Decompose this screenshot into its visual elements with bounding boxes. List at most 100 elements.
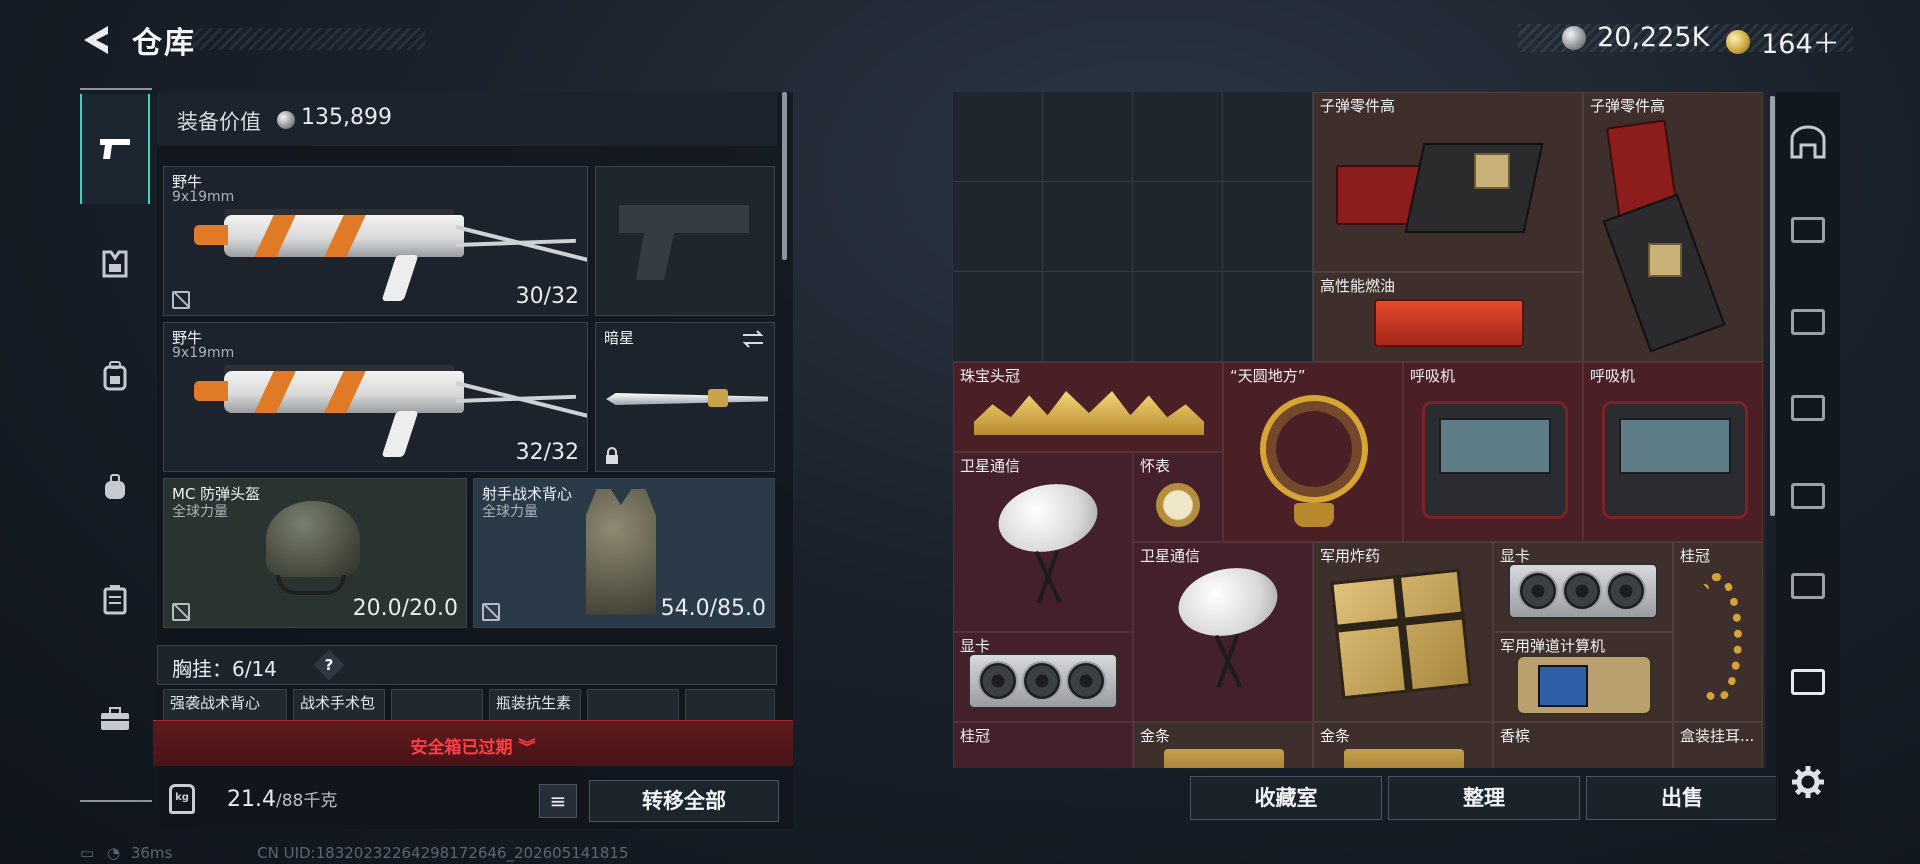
ping: 36ms	[130, 844, 173, 862]
case-icon	[103, 585, 127, 615]
silver-currency: 20,225K	[1562, 22, 1709, 53]
empty-cell[interactable]	[1043, 182, 1133, 272]
title-decoration	[190, 28, 425, 50]
empty-cell[interactable]	[1133, 182, 1223, 272]
sell-button[interactable]: 出售	[1586, 776, 1778, 820]
stash-item[interactable]: 呼吸机	[1403, 362, 1583, 542]
safebox-expired-banner[interactable]: 安全箱已过期 ︾	[153, 720, 793, 766]
stash-item[interactable]: 怀表	[1133, 452, 1223, 542]
rig-slot[interactable]: 瓶装抗生素	[489, 689, 581, 722]
category-case[interactable]	[80, 544, 150, 654]
item-brand: 全球力量	[172, 504, 228, 520]
stash-page-add-icon[interactable]	[1788, 476, 1828, 516]
satellite-dish-image	[992, 475, 1104, 561]
equipment-value-label: 装备价值	[177, 110, 261, 134]
stash-item[interactable]: 香槟	[1493, 722, 1673, 768]
melee-slot[interactable]: 暗星	[595, 322, 775, 472]
stash-item[interactable]: 军用弹道计算机	[1493, 632, 1673, 722]
status-footer: ▭ ◔ 36ms CN UID:1832023226429817264​6_20…	[80, 844, 629, 862]
stash-item[interactable]: 卫星通信	[953, 452, 1133, 632]
back-arrow-icon[interactable]	[78, 22, 114, 58]
ventilator-screen	[1619, 418, 1731, 474]
empty-cell[interactable]	[1133, 92, 1223, 182]
stash-item[interactable]: 桂冠	[1673, 542, 1763, 722]
stash-page-3-icon[interactable]	[1788, 302, 1828, 342]
rail-divider	[80, 800, 152, 802]
stash-item[interactable]: 金条	[1133, 722, 1313, 768]
gear-icon[interactable]	[1788, 762, 1828, 802]
item-caliber: 9x19mm	[172, 345, 235, 361]
empty-cell[interactable]	[953, 272, 1043, 362]
category-weapons[interactable]	[80, 94, 150, 204]
secondary-weapon-slot[interactable]: 野牛 9x19mm 32/32	[163, 322, 588, 472]
scrollbar[interactable]	[782, 92, 787, 260]
organize-button[interactable]: 整理	[1388, 776, 1580, 820]
category-vest[interactable]	[80, 208, 150, 318]
stash-page-add-icon[interactable]	[1788, 566, 1828, 606]
weight-bar: kg 21.4/88千克 ≡ 转移全部	[157, 770, 793, 829]
stash-item[interactable]: 子弹零件高	[1583, 92, 1763, 362]
safebox-status: 安全箱已过期	[410, 738, 513, 758]
list-icon[interactable]: ≡	[539, 784, 577, 818]
rig-slot[interactable]	[391, 689, 483, 722]
satellite-dish-image	[1172, 559, 1284, 645]
empty-cell[interactable]	[1223, 182, 1313, 272]
stash-item[interactable]: 金条	[1313, 722, 1493, 768]
stash-item[interactable]: 桂冠	[953, 722, 1133, 768]
gold-amount: 164＋	[1761, 29, 1840, 60]
category-toolbox[interactable]	[80, 664, 150, 774]
stash-home-icon[interactable]	[1788, 122, 1828, 162]
rig-slot[interactable]: 强袭战术背心	[163, 689, 287, 722]
silver-coin-icon	[277, 111, 295, 129]
empty-cell[interactable]	[1043, 272, 1133, 362]
collection-room-button[interactable]: 收藏室	[1190, 776, 1382, 820]
gold-coin-icon	[1726, 29, 1750, 54]
stash-item[interactable]: 珠宝头冠	[953, 362, 1223, 452]
category-backpack[interactable]	[80, 320, 150, 430]
empty-cell[interactable]	[1223, 92, 1313, 182]
stash-item[interactable]: 显卡	[953, 632, 1133, 722]
empty-cell[interactable]	[1043, 92, 1133, 182]
category-bag[interactable]	[80, 432, 150, 542]
stash-grid: 子弹零件高 子弹零件高 高性能燃油 珠宝头冠 “天圆地方” 呼吸机 呼吸机 卫星…	[953, 92, 1766, 768]
stash-item[interactable]: “天圆地方”	[1223, 362, 1403, 542]
battery-icon: ▭	[80, 844, 95, 862]
stash-item[interactable]: 军用炸药	[1313, 542, 1493, 722]
armor-slot[interactable]: 射手战术背心 全球力量 54.0/85.0	[473, 478, 775, 628]
stash-action-bar: 收藏室 整理 出售	[953, 772, 1778, 828]
stash-page-5-icon[interactable]	[1788, 662, 1828, 702]
lock-icon	[606, 447, 618, 464]
stash-page-2-icon[interactable]	[1788, 210, 1828, 250]
stash-item[interactable]: 卫星通信	[1133, 542, 1313, 722]
stash-item[interactable]: 高性能燃油	[1313, 272, 1583, 362]
transfer-all-button[interactable]: 转移全部	[589, 780, 779, 822]
stash-page-4-icon[interactable]	[1788, 388, 1828, 428]
empty-cell[interactable]	[1223, 272, 1313, 362]
empty-cell[interactable]	[1133, 272, 1223, 362]
stash-item[interactable]: 子弹零件高	[1313, 92, 1583, 272]
backpack-icon	[103, 361, 127, 391]
gold-currency[interactable]: 164＋	[1726, 22, 1840, 61]
crown-image	[974, 391, 1204, 435]
chest-rig-header: 胸挂：6/14 ?	[157, 645, 777, 685]
stash-item[interactable]: 盒装挂耳...	[1673, 722, 1763, 768]
item-name: 暗星	[604, 329, 635, 347]
empty-cell[interactable]	[953, 182, 1043, 272]
helmet-slot[interactable]: MC 防弹头盔 全球力量 20.0/20.0	[163, 478, 467, 628]
scrollbar[interactable]	[1770, 96, 1775, 516]
pistol-slot[interactable]	[595, 166, 775, 316]
rig-slot[interactable]: 战术手术包	[293, 689, 385, 722]
stash-item[interactable]: 呼吸机	[1583, 362, 1763, 542]
wifi-icon: ◔	[106, 844, 121, 862]
swap-icon[interactable]	[740, 329, 766, 349]
pistol-silhouette-icon	[619, 205, 749, 280]
empty-cell[interactable]	[953, 92, 1043, 182]
rig-slot[interactable]	[685, 689, 775, 722]
silver-amount: 20,225K	[1597, 22, 1710, 53]
stash-item[interactable]: 显卡	[1493, 542, 1673, 632]
primary-weapon-slot[interactable]: 野牛 9x19mm 30/32	[163, 166, 588, 316]
computer-screen	[1538, 665, 1588, 707]
rig-slot[interactable]	[587, 689, 679, 722]
help-icon[interactable]: ?	[313, 649, 345, 681]
armillary-sphere-image	[1260, 395, 1368, 503]
